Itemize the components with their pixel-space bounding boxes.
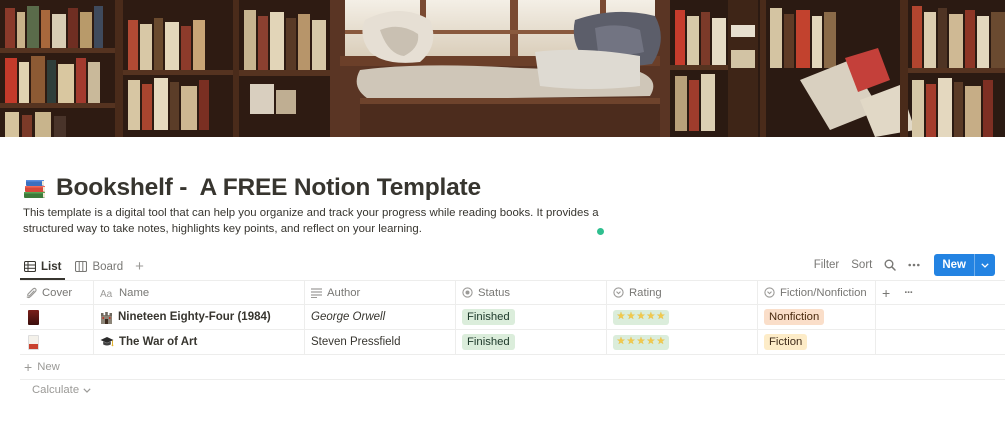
genre-badge: Fiction [764,334,808,350]
page-description[interactable]: This template is a digital tool that can… [23,206,603,237]
book-cover-white [28,334,39,350]
status-cell[interactable]: Finished [456,330,607,354]
sort-button[interactable]: Sort [851,259,872,271]
new-dropdown-button[interactable] [974,254,995,276]
empty-cell [876,330,1005,354]
column-header-fiction-nonfiction[interactable]: Fiction/Nonfiction [758,281,876,304]
column-header-label: Status [478,286,511,299]
graduation-cap-icon [100,337,114,347]
select-circle-icon [613,287,624,298]
star-icon: ★ [616,336,626,347]
author-cell[interactable]: George Orwell [305,305,456,329]
name-cell[interactable]: Nineteen Eighty-Four (1984) [94,305,305,329]
status-circle-icon [462,287,473,298]
cursor-dot [597,228,604,235]
genre-badge: Nonfiction [764,309,825,325]
author-cell[interactable]: Steven Pressfield [305,330,456,354]
star-icon: ★ [656,336,666,347]
book-name[interactable]: Nineteen Eighty-Four (1984) [118,311,271,323]
column-header-label: Author [327,286,361,299]
title-row: Bookshelf - A FREE Notion Template [22,172,481,204]
new-row-button[interactable]: + New [20,355,1005,380]
column-actions: + ··· [876,281,1005,304]
table-header-row: Cover Aa Name Author Status Rating Ficti… [20,280,1005,305]
filter-button[interactable]: Filter [814,259,840,271]
column-header-status[interactable]: Status [456,281,607,304]
books-emoji-icon[interactable] [22,175,48,201]
bookshelf-table: Cover Aa Name Author Status Rating Ficti… [20,280,1005,380]
svg-text:Aa: Aa [100,289,113,298]
star-icon: ★ [656,311,666,322]
more-options-button[interactable] [908,263,920,267]
star-icon: ★ [636,311,646,322]
cover-cell[interactable] [20,330,94,354]
list-icon [24,261,36,272]
tab-list[interactable]: List [20,254,66,280]
rating-cell[interactable]: ★ ★ ★ ★ ★ [607,330,758,354]
column-header-label: Fiction/Nonfiction [780,286,867,299]
column-header-cover[interactable]: Cover [20,281,94,304]
view-tabs: List Board + [20,254,144,280]
table-row[interactable]: Nineteen Eighty-Four (1984) George Orwel… [20,305,1005,330]
new-button[interactable]: New [934,254,995,276]
rating-stars: ★ ★ ★ ★ ★ [613,309,669,325]
genre-cell[interactable]: Fiction [758,330,876,354]
status-badge: Finished [462,334,515,350]
rating-cell[interactable]: ★ ★ ★ ★ ★ [607,305,758,329]
status-cell[interactable]: Finished [456,305,607,329]
star-icon: ★ [636,336,646,347]
chevron-down-icon [981,262,989,268]
database-toolbar: Filter Sort New [802,254,995,276]
column-header-label: Name [119,286,150,299]
aa-text-icon: Aa [100,289,113,298]
page-title[interactable]: Bookshelf - A FREE Notion Template [56,174,481,202]
plus-icon: + [24,359,33,375]
column-header-author[interactable]: Author [305,281,456,304]
tab-board[interactable]: Board [71,254,127,279]
book-name[interactable]: The War of Art [119,336,197,348]
board-icon [75,261,88,272]
select-circle-icon [764,287,775,298]
star-icon: ★ [626,311,636,322]
search-button[interactable] [884,259,897,271]
new-button-label[interactable]: New [934,254,974,276]
cover-image [0,0,1005,137]
column-header-label: Rating [629,286,662,299]
column-more-button[interactable]: ··· [904,287,913,299]
lines-icon [311,287,322,298]
column-header-label: Cover [42,286,73,299]
calculate-button[interactable]: Calculate [32,384,91,396]
genre-cell[interactable]: Nonfiction [758,305,876,329]
star-icon: ★ [646,336,656,347]
status-badge: Finished [462,309,515,325]
paperclip-icon [26,287,37,298]
empty-cell [876,305,1005,329]
cover-cell[interactable] [20,305,94,329]
name-cell[interactable]: The War of Art [94,330,305,354]
ellipsis-icon [908,263,920,267]
chevron-down-icon [83,387,91,393]
table-row[interactable]: The War of Art Steven Pressfield Finishe… [20,330,1005,355]
star-icon: ★ [626,336,636,347]
book-cover-red [28,309,39,325]
add-view-button[interactable]: + [135,259,144,274]
column-header-rating[interactable]: Rating [607,281,758,304]
add-property-button[interactable]: + [882,285,890,301]
column-header-name[interactable]: Aa Name [94,281,305,304]
tab-board-label: Board [92,260,124,273]
calculate-label: Calculate [32,384,80,396]
new-row-label: New [37,361,60,373]
search-icon [884,259,897,271]
tab-list-label: List [41,260,62,273]
castle-icon [101,311,112,324]
rating-stars: ★ ★ ★ ★ ★ [613,334,669,350]
star-icon: ★ [616,311,626,322]
star-icon: ★ [646,311,656,322]
